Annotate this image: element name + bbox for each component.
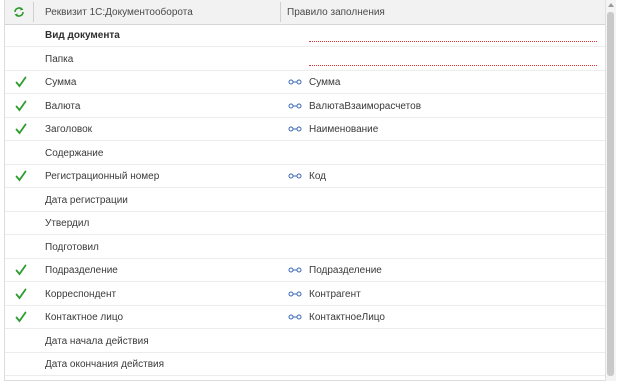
column-divider[interactable]: [280, 2, 281, 22]
requisite-name: Контактное лицо: [45, 312, 124, 323]
checkmark-icon[interactable]: [14, 169, 28, 183]
fill-rule-value[interactable]: Подразделение: [309, 265, 382, 276]
required-field-underline[interactable]: [309, 64, 597, 66]
link-icon: [288, 126, 302, 132]
table-row[interactable]: Дата окончания действия: [5, 353, 605, 376]
table-row[interactable]: Заголовок Наименование: [5, 118, 605, 141]
scroll-up-arrow-icon[interactable]: [608, 3, 614, 7]
link-icon: [288, 103, 302, 108]
table-row[interactable]: Папка: [5, 48, 605, 71]
table-row[interactable]: Дата регистрации: [5, 189, 605, 212]
link-icon: [288, 267, 302, 273]
table-row[interactable]: Утвердил: [5, 212, 605, 235]
requisite-name: Содержание: [45, 147, 104, 159]
requisite-name: Дата начала действия: [45, 335, 149, 347]
link-icon: [288, 314, 302, 320]
checkmark-icon[interactable]: [14, 263, 28, 277]
scroll-thumb[interactable]: [607, 12, 614, 376]
table-header: Реквизит 1С:Документооборота Правило зап…: [5, 0, 605, 25]
link-icon: [288, 173, 302, 179]
requisite-name: Подразделение: [45, 265, 118, 276]
table-row[interactable]: Подразделение Подразделение: [5, 259, 605, 282]
fill-rule-value[interactable]: ВалютаВзаиморасчетов: [309, 101, 421, 112]
required-field-underline[interactable]: [309, 41, 597, 42]
requisite-name: Утвердил: [45, 218, 90, 229]
link-icon: [288, 79, 302, 85]
requisite-name: Регистрационный номер: [45, 171, 160, 182]
requisite-name: Папка: [45, 53, 74, 65]
checkmark-icon[interactable]: [14, 75, 28, 89]
column-header-requisite[interactable]: Реквизит 1С:Документооборота: [45, 7, 193, 18]
table-row[interactable]: Контактное лицо КонтактноеЛицо: [5, 306, 605, 329]
checkmark-icon[interactable]: [14, 99, 28, 113]
table-row[interactable]: Валюта ВалютаВзаиморасчетов: [5, 95, 605, 118]
checkmark-icon[interactable]: [14, 310, 28, 324]
fill-rule-value[interactable]: Код: [309, 171, 326, 182]
mapping-table: Реквизит 1С:Документооборота Правило зап…: [4, 0, 605, 381]
link-icon: [288, 291, 302, 296]
requisite-name: Дата регистрации: [45, 194, 128, 206]
column-header-rule[interactable]: Правило заполнения: [287, 7, 385, 18]
refresh-icon[interactable]: [11, 4, 27, 20]
table-row[interactable]: Подготовил: [5, 236, 605, 259]
fill-rule-value[interactable]: Контрагент: [309, 289, 361, 300]
requisite-name: Заголовок: [45, 124, 93, 135]
fill-rule-value[interactable]: Сумма: [309, 77, 340, 88]
table-row[interactable]: Сумма Сумма: [5, 71, 605, 94]
requisite-name: Корреспондент: [45, 288, 117, 300]
table-row[interactable]: Регистрационный номер Код: [5, 165, 605, 188]
vertical-scrollbar[interactable]: [605, 0, 616, 381]
column-divider[interactable]: [33, 2, 34, 22]
requisite-name: Вид документа: [45, 30, 120, 41]
table-row[interactable]: Содержание: [5, 142, 605, 165]
requisite-name: Подготовил: [45, 241, 99, 253]
table-row[interactable]: Дата начала действия: [5, 330, 605, 353]
requisite-name: Сумма: [45, 77, 77, 88]
fill-rule-value[interactable]: Наименование: [309, 124, 378, 135]
requisite-name: Дата окончания действия: [45, 359, 165, 370]
checkmark-icon[interactable]: [14, 287, 28, 301]
fill-rule-value[interactable]: КонтактноеЛицо: [309, 312, 385, 323]
requisite-name: Валюта: [45, 100, 81, 112]
table-row[interactable]: Вид документа: [5, 24, 605, 47]
checkmark-icon[interactable]: [14, 122, 28, 136]
table-row[interactable]: Корреспондент Контрагент: [5, 283, 605, 306]
